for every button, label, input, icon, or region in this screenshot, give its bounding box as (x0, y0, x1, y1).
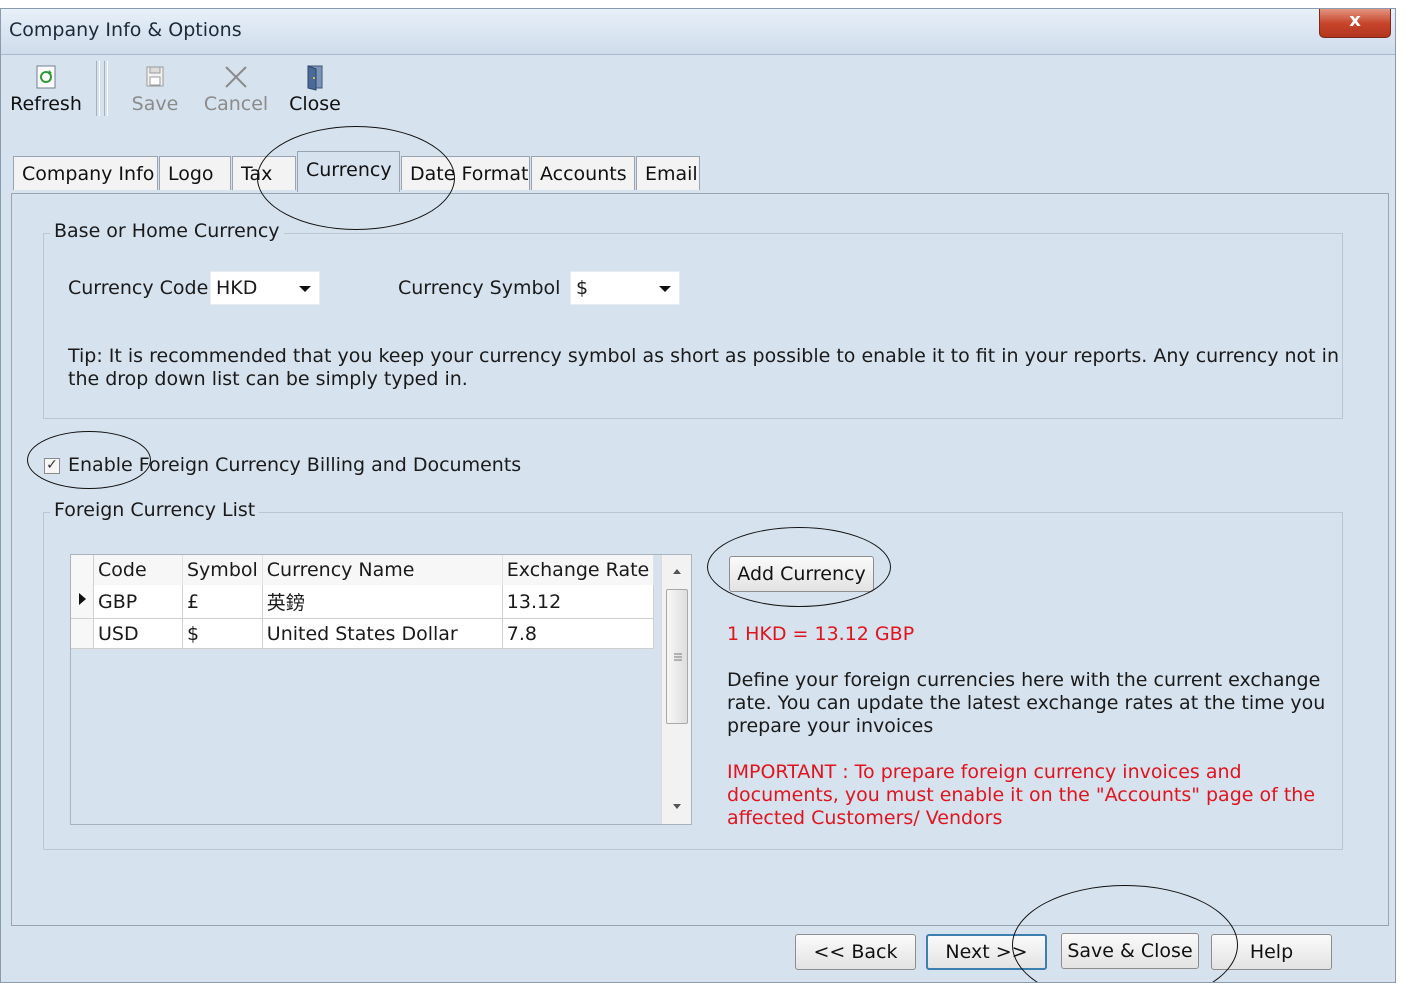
currency-symbol-value: $ (576, 277, 589, 299)
cell-currency-name[interactable]: United States Dollar (262, 618, 503, 649)
currency-code-label: Currency Code (68, 277, 209, 299)
scroll-up-arrow-icon[interactable] (671, 567, 683, 575)
cell-symbol[interactable]: £ (182, 585, 263, 619)
enable-foreign-currency-checkbox[interactable]: ✓ (44, 458, 60, 474)
column-header-currency-name[interactable]: Currency Name (262, 555, 503, 585)
window-close-button[interactable]: x (1319, 9, 1391, 38)
title-bar: Company Info & Options x (1, 9, 1395, 55)
save-label: Save (131, 93, 179, 115)
foreign-info-line-3: prepare your invoices (727, 715, 934, 737)
important-note-line-1: IMPORTANT : To prepare foreign currency … (727, 761, 1242, 783)
table-header-row: Code Symbol Currency Name Exchange Rate (71, 555, 655, 585)
back-button[interactable]: << Back (795, 934, 916, 970)
currency-symbol-label: Currency Symbol (398, 277, 561, 299)
chevron-down-icon (659, 286, 671, 292)
foreign-info-line-1: Define your foreign currencies here with… (727, 669, 1321, 691)
base-currency-group: Base or Home Currency (43, 220, 1343, 419)
toolbar-separator (104, 61, 108, 116)
refresh-icon (36, 65, 56, 89)
currency-tip-line-2: the drop down list can be simply typed i… (68, 368, 468, 390)
cancel-label: Cancel (203, 93, 269, 115)
row-selector-header (71, 555, 94, 585)
save-and-close-button[interactable]: Save & Close (1061, 933, 1199, 969)
chevron-down-icon (299, 286, 311, 292)
tab-tax[interactable]: Tax (232, 156, 296, 190)
add-currency-button[interactable]: Add Currency (729, 556, 874, 592)
conversion-rate-text: 1 HKD = 13.12 GBP (727, 623, 915, 645)
tab-currency[interactable]: Currency (297, 151, 400, 192)
current-row-indicator-icon (71, 585, 94, 619)
tab-logo[interactable]: Logo (159, 156, 231, 190)
row-selector (71, 618, 94, 649)
grid-scrollbar[interactable] (661, 555, 691, 824)
refresh-label: Refresh (10, 93, 82, 115)
close-button[interactable]: Close (288, 63, 342, 115)
foreign-info-line-2: rate. You can update the latest exchange… (727, 692, 1326, 714)
currency-code-value: HKD (216, 277, 258, 299)
next-button[interactable]: Next >> (926, 934, 1047, 970)
table-row[interactable]: USD $ United States Dollar 7.8 (71, 618, 655, 649)
cell-exchange-rate[interactable]: 7.8 (502, 618, 655, 649)
refresh-button[interactable]: Refresh (7, 63, 85, 115)
foreign-currency-grid[interactable]: Code Symbol Currency Name Exchange Rate … (70, 554, 692, 825)
cell-currency-name[interactable]: 英鎊 (262, 585, 503, 619)
scroll-thumb[interactable] (666, 589, 688, 724)
toolbar: Refresh Save Cancel Close (1, 55, 1395, 131)
important-note-line-3: affected Customers/ Vendors (727, 807, 1003, 829)
window-title: Company Info & Options (9, 19, 242, 41)
foreign-currency-table: Code Symbol Currency Name Exchange Rate … (71, 555, 655, 649)
door-exit-icon (307, 65, 323, 91)
foreign-currency-group-title: Foreign Currency List (50, 499, 260, 521)
tab-accounts[interactable]: Accounts (531, 156, 635, 190)
cell-exchange-rate[interactable]: 13.12 (502, 585, 655, 619)
company-options-window: Company Info & Options x Refresh Save Ca… (0, 8, 1396, 983)
tab-company-info[interactable]: Company Info (13, 156, 158, 190)
column-header-code[interactable]: Code (93, 555, 183, 585)
tab-email[interactable]: Email (636, 156, 700, 190)
close-label: Close (289, 93, 341, 115)
currency-tip-line-1: Tip: It is recommended that you keep you… (68, 345, 1339, 367)
help-button[interactable]: Help (1211, 934, 1332, 970)
toolbar-separator (96, 61, 100, 116)
scroll-down-arrow-icon[interactable] (671, 803, 683, 811)
important-note-line-2: documents, you must enable it on the "Ac… (727, 784, 1316, 806)
column-header-symbol[interactable]: Symbol (182, 555, 263, 585)
base-currency-group-title: Base or Home Currency (50, 220, 284, 242)
table-row[interactable]: GBP £ 英鎊 13.12 (71, 585, 655, 619)
tab-date-format[interactable]: Date Format (401, 156, 530, 190)
cell-code[interactable]: USD (93, 618, 183, 649)
currency-symbol-select[interactable]: $ (570, 271, 680, 305)
cell-symbol[interactable]: $ (182, 618, 263, 649)
grip-icon (674, 653, 682, 661)
save-button[interactable]: Save (129, 63, 181, 115)
cancel-button[interactable]: Cancel (203, 63, 269, 115)
cell-code[interactable]: GBP (93, 585, 183, 619)
cancel-x-icon (225, 66, 247, 88)
save-icon (146, 66, 164, 87)
currency-code-select[interactable]: HKD (210, 271, 320, 305)
column-header-exchange-rate[interactable]: Exchange Rate (502, 555, 655, 585)
enable-foreign-currency-label: Enable Foreign Currency Billing and Docu… (68, 454, 522, 476)
